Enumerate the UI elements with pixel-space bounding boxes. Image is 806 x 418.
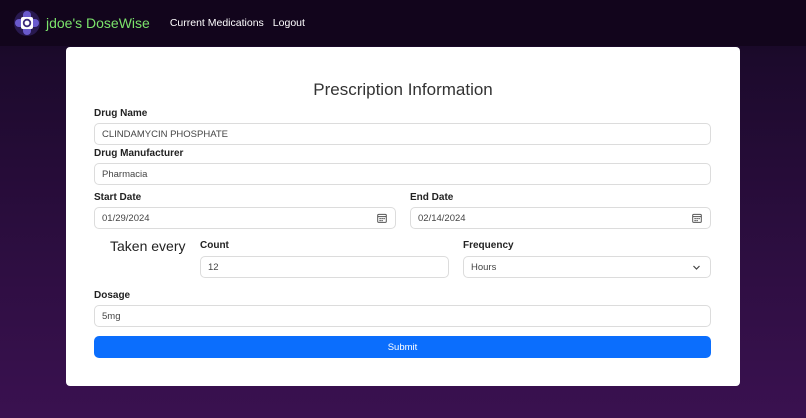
taken-every-label: Taken every [110, 238, 186, 254]
drug-name-input[interactable]: CLINDAMYCIN PHOSPHATE [94, 123, 711, 145]
start-date-label: Start Date [94, 192, 142, 203]
frequency-value: Hours [471, 261, 497, 273]
dosage-label: Dosage [94, 290, 131, 301]
drug-manufacturer-value: Pharmacia [102, 168, 148, 180]
nav-current-medications[interactable]: Current Medications [170, 17, 264, 29]
frequency-select[interactable]: Hours [463, 256, 711, 278]
calendar-icon[interactable] [377, 213, 387, 223]
dosage-input[interactable]: 5mg [94, 305, 711, 327]
drug-manufacturer-label: Drug Manufacturer [94, 148, 184, 159]
start-date-input[interactable]: 01/29/2024 [94, 207, 396, 229]
brand[interactable]: jdoe's DoseWise [12, 8, 150, 38]
chevron-down-icon [693, 265, 700, 270]
drug-name-value: CLINDAMYCIN PHOSPHATE [102, 128, 228, 140]
submit-button[interactable]: Submit [94, 336, 711, 358]
drug-manufacturer-input[interactable]: Pharmacia [94, 163, 711, 185]
count-input[interactable]: 12 [200, 256, 449, 278]
drug-name-label: Drug Name [94, 108, 148, 119]
count-value: 12 [208, 261, 219, 273]
end-date-input[interactable]: 02/14/2024 [410, 207, 711, 229]
end-date-label: End Date [410, 192, 454, 203]
nav-logout[interactable]: Logout [273, 17, 305, 29]
calendar-icon[interactable] [692, 213, 702, 223]
dosage-value: 5mg [102, 310, 121, 322]
brand-name: jdoe's DoseWise [46, 15, 150, 31]
pill-logo-icon [12, 8, 42, 38]
frequency-label: Frequency [463, 240, 514, 251]
end-date-value: 02/14/2024 [418, 212, 466, 224]
prescription-form-card: Prescription Information Drug Name CLIND… [66, 47, 740, 386]
top-navbar: jdoe's DoseWise Current Medications Logo… [0, 0, 806, 46]
page-title: Prescription Information [313, 80, 493, 99]
count-label: Count [200, 240, 229, 251]
start-date-value: 01/29/2024 [102, 212, 150, 224]
